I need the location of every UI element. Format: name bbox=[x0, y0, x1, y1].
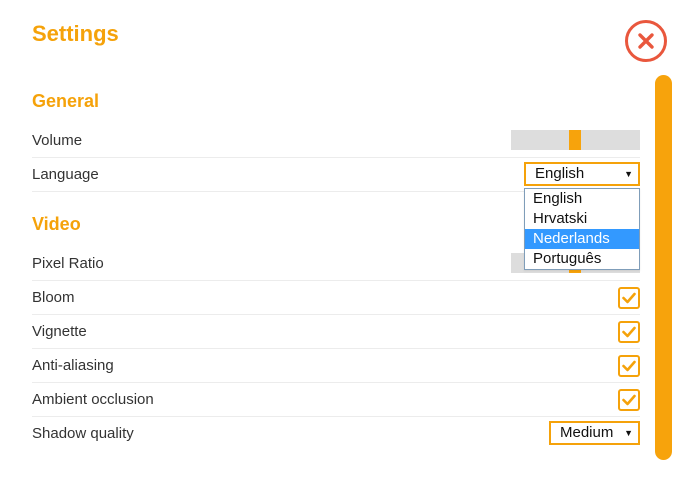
vignette-label: Vignette bbox=[32, 323, 87, 340]
shadow-quality-label: Shadow quality bbox=[32, 425, 134, 442]
bloom-row: Bloom bbox=[32, 281, 640, 315]
shadow-quality-select-value: Medium bbox=[560, 424, 614, 441]
bloom-label: Bloom bbox=[32, 289, 75, 306]
vignette-row: Vignette bbox=[32, 315, 640, 349]
check-icon bbox=[622, 394, 636, 406]
shadow-quality-select[interactable]: Medium ▼ bbox=[549, 421, 640, 445]
close-icon bbox=[638, 33, 654, 49]
bloom-checkbox[interactable] bbox=[618, 287, 640, 309]
anti-aliasing-row: Anti-aliasing bbox=[32, 349, 640, 383]
triangle-down-icon: ▼ bbox=[624, 428, 633, 438]
anti-aliasing-label: Anti-aliasing bbox=[32, 357, 114, 374]
ambient-occlusion-row: Ambient occlusion bbox=[32, 383, 640, 417]
volume-row: Volume bbox=[32, 124, 640, 158]
language-option-nederlands[interactable]: Nederlands bbox=[525, 229, 639, 249]
check-icon bbox=[622, 360, 636, 372]
language-select-value: English bbox=[535, 165, 585, 182]
section-title-video: Video bbox=[32, 214, 81, 234]
shadow-quality-row: Shadow quality Medium ▼ bbox=[32, 417, 640, 451]
language-row: Language English ▼ bbox=[32, 158, 640, 192]
close-button[interactable] bbox=[625, 20, 667, 62]
triangle-down-icon: ▼ bbox=[624, 169, 633, 179]
section-title-general: General bbox=[32, 91, 100, 111]
volume-slider-thumb[interactable] bbox=[569, 130, 581, 150]
language-label: Language bbox=[32, 166, 99, 183]
settings-panel: Settings General Volume Language English… bbox=[0, 0, 688, 480]
scrollbar[interactable] bbox=[655, 75, 672, 460]
page-title: Settings bbox=[32, 21, 119, 46]
language-dropdown-list: English Hrvatski Nederlands Português bbox=[524, 188, 640, 270]
volume-label: Volume bbox=[32, 132, 83, 149]
language-option-english[interactable]: English bbox=[525, 189, 639, 209]
check-icon bbox=[622, 326, 636, 338]
check-icon bbox=[622, 292, 636, 304]
volume-slider[interactable] bbox=[511, 130, 640, 150]
language-select[interactable]: English ▼ bbox=[524, 162, 640, 186]
ambient-occlusion-label: Ambient occlusion bbox=[32, 391, 154, 408]
language-option-hrvatski[interactable]: Hrvatski bbox=[525, 209, 639, 229]
vignette-checkbox[interactable] bbox=[618, 321, 640, 343]
pixel-ratio-label: Pixel Ratio bbox=[32, 255, 104, 272]
ambient-occlusion-checkbox[interactable] bbox=[618, 389, 640, 411]
language-option-portugues[interactable]: Português bbox=[525, 249, 639, 269]
anti-aliasing-checkbox[interactable] bbox=[618, 355, 640, 377]
